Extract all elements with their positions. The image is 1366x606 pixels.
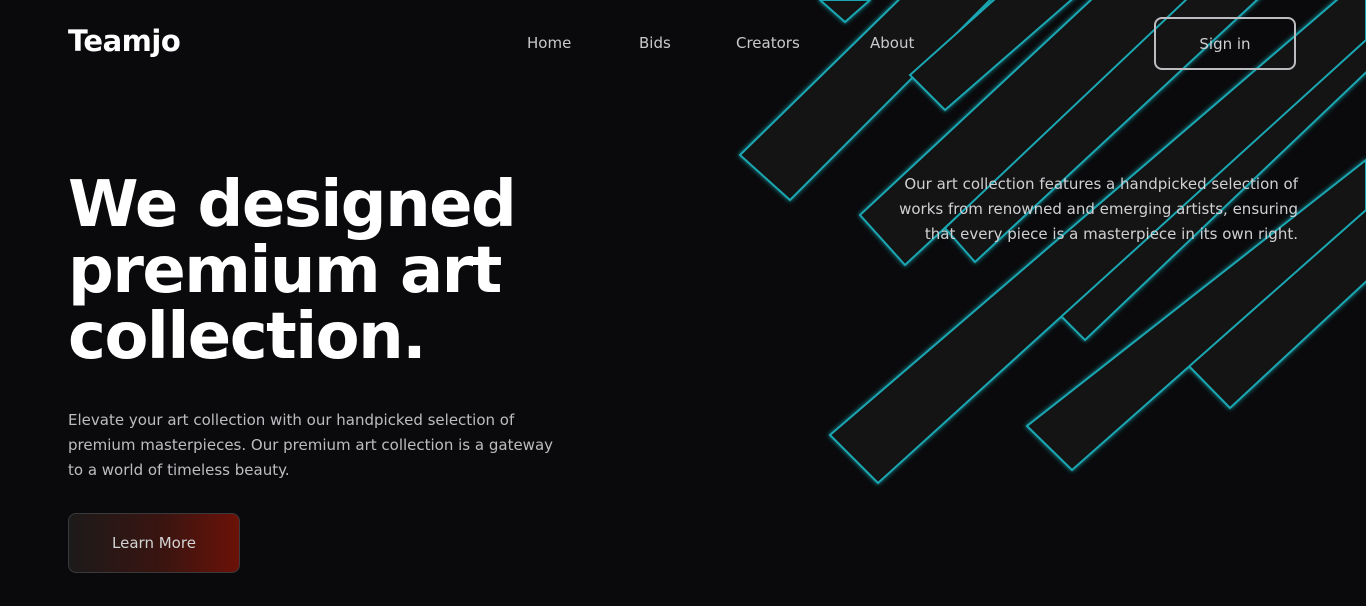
brand-logo[interactable]: Teamjo xyxy=(68,24,181,58)
nav-item-bids[interactable]: Bids xyxy=(639,34,736,52)
hero-title-line: premium art xyxy=(68,234,502,308)
nav-item-about[interactable]: About xyxy=(870,34,930,52)
collection-summary: Our art collection features a handpicked… xyxy=(899,175,1298,243)
hero-description: Elevate your art collection with our han… xyxy=(68,411,554,479)
hero-title: We designed premium art collection. xyxy=(68,172,588,370)
landing-page: Teamjo Home Bids Creators About Sign in … xyxy=(0,0,1366,606)
glow-bar xyxy=(818,0,872,24)
sign-in-button[interactable]: Sign in xyxy=(1154,17,1296,70)
nav-item-home[interactable]: Home xyxy=(527,34,639,52)
nav-item-creators[interactable]: Creators xyxy=(736,34,870,52)
learn-more-button[interactable]: Learn More xyxy=(68,513,240,573)
main-nav: Home Bids Creators About xyxy=(527,34,930,52)
hero-title-line: collection. xyxy=(68,300,427,374)
hero-title-line: We designed xyxy=(68,168,517,242)
